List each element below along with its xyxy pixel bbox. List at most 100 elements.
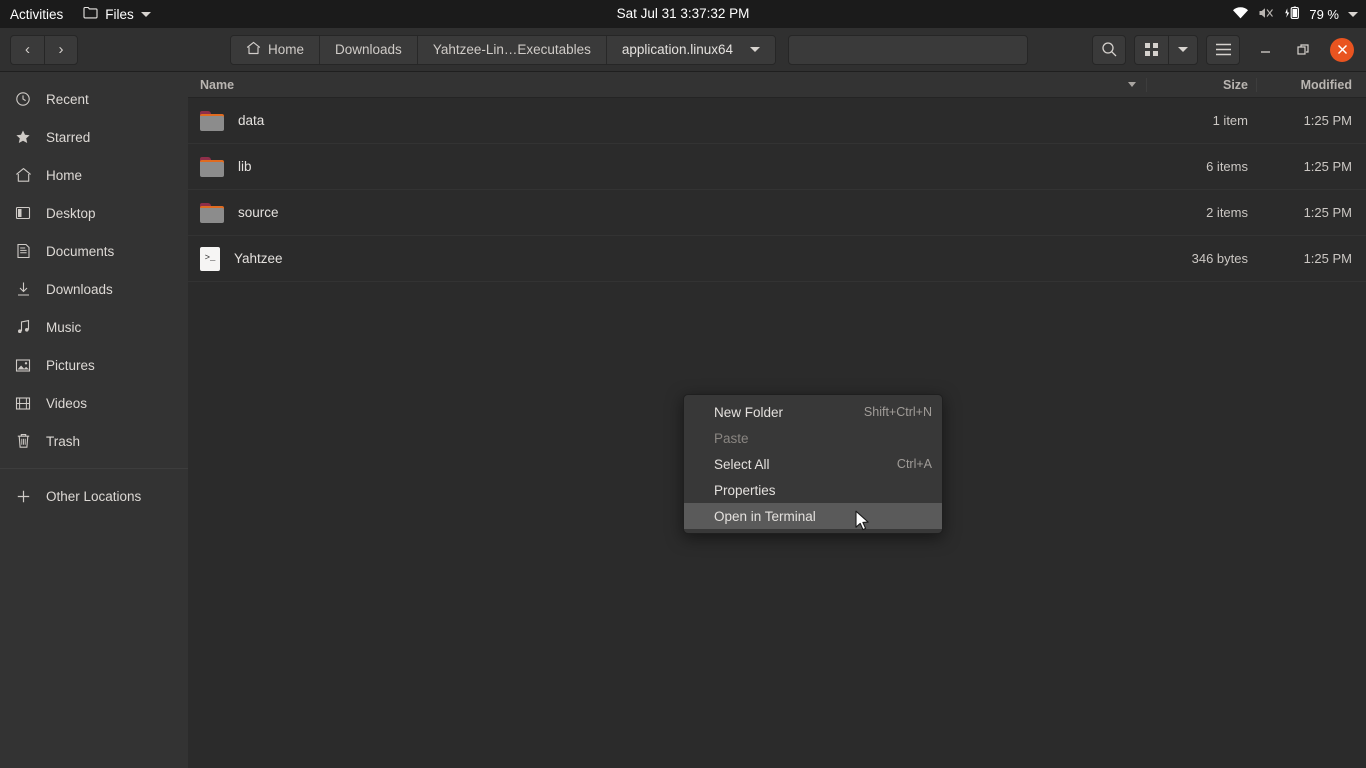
- chevron-down-icon: [1348, 11, 1358, 17]
- trash-icon: [14, 432, 32, 450]
- sidebar-item-videos[interactable]: Videos: [0, 384, 188, 422]
- column-header-size[interactable]: Size: [1146, 77, 1256, 92]
- breadcrumb: Home Downloads Yahtzee-Lin…Executables a…: [230, 34, 776, 65]
- folder-icon: [200, 156, 224, 177]
- home-icon: [246, 41, 261, 58]
- file-size-cell: 346 bytes: [1191, 251, 1248, 266]
- sidebar-item-pictures[interactable]: Pictures: [0, 346, 188, 384]
- minimize-button[interactable]: [1252, 37, 1278, 63]
- folder-icon: [83, 6, 98, 22]
- file-size-cell: 2 items: [1206, 205, 1248, 220]
- file-modified-cell: 1:25 PM: [1303, 205, 1352, 220]
- file-modified-cell: 1:25 PM: [1303, 251, 1352, 266]
- sidebar-item-label: Videos: [46, 395, 88, 411]
- sidebar-item-other-locations[interactable]: Other Locations: [0, 477, 188, 515]
- sidebar-divider: [0, 468, 188, 469]
- view-controls: [1134, 34, 1198, 65]
- breadcrumb-label: Downloads: [335, 42, 402, 57]
- app-menu-files[interactable]: Files: [75, 6, 159, 22]
- nav-buttons: ‹ ›: [10, 34, 78, 65]
- video-film-icon: [14, 394, 32, 412]
- forward-button[interactable]: ›: [44, 34, 78, 65]
- sidebar: Recent Starred Home Desktop Documents Do…: [0, 72, 188, 768]
- chevron-down-icon: [140, 11, 151, 17]
- view-options-dropdown[interactable]: [1168, 34, 1198, 65]
- files-window: ‹ › Home Downloads Yahtzee-Lin…Executabl…: [0, 28, 1366, 768]
- file-name-label: data: [238, 113, 265, 128]
- menu-item-paste: Paste: [684, 425, 942, 451]
- file-name-label: Yahtzee: [234, 251, 283, 266]
- activities-button[interactable]: Activities: [0, 7, 75, 22]
- menu-item-properties[interactable]: Properties: [684, 477, 942, 503]
- menu-item-label: New Folder: [714, 404, 784, 420]
- menu-item-label: Paste: [714, 430, 749, 446]
- grid-view-button[interactable]: [1134, 34, 1168, 65]
- nav-zone: ‹ ›: [0, 34, 188, 65]
- clock-icon: [14, 90, 32, 108]
- sort-descending-icon: [1128, 82, 1136, 87]
- close-button[interactable]: [1330, 37, 1354, 62]
- file-name-cell: source: [188, 202, 1146, 223]
- sidebar-item-downloads[interactable]: Downloads: [0, 270, 188, 308]
- sidebar-item-desktop[interactable]: Desktop: [0, 194, 188, 232]
- sidebar-item-label: Pictures: [46, 357, 95, 373]
- sidebar-item-label: Trash: [46, 433, 81, 449]
- menu-item-label: Properties: [714, 482, 776, 498]
- sidebar-item-starred[interactable]: Starred: [0, 118, 188, 156]
- breadcrumb-label: application.linux64: [621, 42, 733, 57]
- sidebar-item-label: Music: [46, 319, 82, 335]
- menu-item-new-folder[interactable]: New Folder Shift+Ctrl+N: [684, 399, 942, 425]
- header-bar: ‹ › Home Downloads Yahtzee-Lin…Executabl…: [0, 28, 1366, 72]
- breadcrumb-item-yahtzee[interactable]: Yahtzee-Lin…Executables: [417, 35, 607, 64]
- table-row[interactable]: source 2 items 1:25 PM: [188, 190, 1366, 236]
- file-name-cell: lib: [188, 156, 1146, 177]
- wifi-icon: [1232, 6, 1249, 23]
- file-size-cell: 1 item: [1212, 113, 1248, 128]
- menu-item-open-in-terminal[interactable]: Open in Terminal: [684, 503, 942, 529]
- sidebar-item-label: Other Locations: [46, 488, 142, 504]
- context-menu: New Folder Shift+Ctrl+N Paste Select All…: [683, 394, 943, 534]
- table-row[interactable]: lib 6 items 1:25 PM: [188, 144, 1366, 190]
- picture-icon: [14, 356, 32, 374]
- breadcrumb-item-home[interactable]: Home: [231, 35, 321, 64]
- path-entry[interactable]: [788, 34, 1028, 65]
- sidebar-item-home[interactable]: Home: [0, 156, 188, 194]
- column-header-modified[interactable]: Modified: [1256, 77, 1366, 92]
- sidebar-item-label: Starred: [46, 129, 91, 145]
- maximize-button[interactable]: [1290, 37, 1316, 63]
- desktop-icon: [14, 204, 32, 222]
- sidebar-item-documents[interactable]: Documents: [0, 232, 188, 270]
- plus-icon: [14, 487, 32, 505]
- sidebar-item-trash[interactable]: Trash: [0, 422, 188, 460]
- back-button[interactable]: ‹: [10, 34, 44, 65]
- sidebar-item-recent[interactable]: Recent: [0, 80, 188, 118]
- music-note-icon: [14, 318, 32, 336]
- header-actions: [1084, 34, 1360, 65]
- clock[interactable]: Sat Jul 31 3:37:32 PM: [0, 0, 1366, 28]
- document-icon: [14, 242, 32, 260]
- column-header-name[interactable]: Name: [188, 78, 1146, 92]
- breadcrumb-item-current[interactable]: application.linux64: [606, 35, 775, 64]
- home-icon: [14, 166, 32, 184]
- battery-percent-label: 79 %: [1309, 6, 1339, 22]
- menu-item-select-all[interactable]: Select All Ctrl+A: [684, 451, 942, 477]
- menu-item-shortcut: Ctrl+A: [896, 457, 932, 471]
- main-menu-button[interactable]: [1206, 34, 1240, 65]
- sidebar-item-music[interactable]: Music: [0, 308, 188, 346]
- battery-charging-icon: [1284, 6, 1302, 23]
- column-headers: Name Size Modified: [188, 72, 1366, 98]
- search-button[interactable]: [1092, 34, 1126, 65]
- file-name-label: lib: [238, 159, 252, 174]
- breadcrumb-item-downloads[interactable]: Downloads: [320, 35, 418, 64]
- chevron-down-icon[interactable]: [750, 47, 760, 52]
- system-tray[interactable]: 79 %: [1232, 0, 1358, 28]
- table-row[interactable]: >_ Yahtzee 346 bytes 1:25 PM: [188, 236, 1366, 282]
- table-row[interactable]: data 1 item 1:25 PM: [188, 98, 1366, 144]
- menu-item-label: Open in Terminal: [714, 508, 816, 524]
- file-name-cell: data: [188, 110, 1146, 131]
- breadcrumb-label: Yahtzee-Lin…Executables: [432, 42, 591, 57]
- file-size-cell: 6 items: [1206, 159, 1248, 174]
- download-icon: [14, 280, 32, 298]
- file-modified-cell: 1:25 PM: [1303, 159, 1352, 174]
- star-icon: [14, 128, 32, 146]
